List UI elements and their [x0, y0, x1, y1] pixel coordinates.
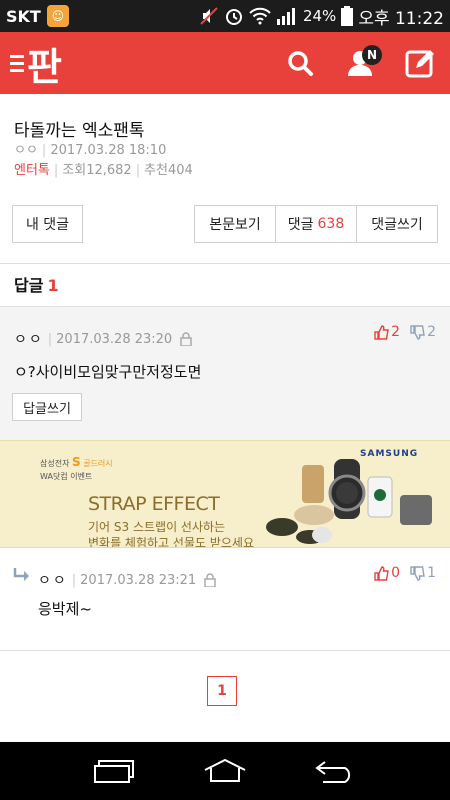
system-nav-bar: [0, 742, 450, 800]
write-comment-label: 댓글쓰기: [371, 217, 423, 233]
reply-arrow-icon: [13, 568, 29, 581]
ad-line1: 기어 S3 스트랩이 선사하는: [88, 520, 226, 534]
recent-apps-button[interactable]: [85, 751, 145, 791]
reply-button[interactable]: 답글쓰기: [12, 393, 82, 421]
comments-label: 댓글: [287, 217, 314, 233]
menu-logo-button[interactable]: 판: [10, 36, 62, 91]
back-icon: [315, 761, 351, 783]
clock: 오후 11:22: [358, 8, 444, 29]
ad-event: WA닷컴 이벤트: [40, 472, 93, 481]
thumbs-down-icon: [410, 324, 425, 340]
comment-author: ㅇㅇ: [14, 332, 44, 348]
lock-icon: [204, 573, 216, 587]
profile-button[interactable]: N: [340, 43, 382, 83]
my-comments-label: 내 댓글: [25, 217, 70, 233]
signal-icon: [276, 8, 295, 25]
recommend-label: 추천: [144, 163, 169, 178]
comment-text: ㅇ?사이비모임맞구만저정도면: [14, 363, 202, 381]
downvote-count: 1: [427, 565, 436, 581]
comments-tab-button[interactable]: 댓글 638: [275, 205, 357, 243]
app-notification-icon: ☺: [46, 5, 69, 27]
post-title: 타돌까는 엑소팬톡: [14, 121, 145, 141]
pann-logo: 판: [27, 44, 62, 89]
reply-votes: 0 1: [374, 565, 436, 581]
ad-brand-small: 삼성전자: [40, 459, 70, 468]
lock-icon: [180, 332, 192, 346]
view-body-label: 본문보기: [209, 217, 261, 233]
battery-percent: 24%: [302, 7, 337, 25]
reply-item: ㅇㅇ | 2017.03.28 23:21 0 1 응박제~: [0, 548, 450, 650]
upvote-button[interactable]: 0: [374, 565, 400, 581]
comments-count: 638: [317, 216, 345, 232]
menu-icon: [10, 54, 24, 72]
write-comment-button[interactable]: 댓글쓰기: [356, 205, 438, 243]
edit-icon: [405, 50, 434, 78]
ad-line2: 변화를 체험하고 선물도 받으세요: [88, 536, 255, 548]
post-author-date: ㅇㅇ | 2017.03.28 18:10: [14, 143, 167, 158]
divider: [0, 650, 450, 651]
ad-headline: STRAP EFFECT: [88, 493, 220, 515]
home-icon: [204, 758, 246, 782]
upvote-count: 2: [391, 324, 401, 340]
search-button[interactable]: [280, 43, 320, 83]
ad-banner[interactable]: 삼성전자 S 골드러시 WA닷컴 이벤트 SAMSUNG STRAP EFFEC…: [0, 440, 450, 548]
upvote-count: 0: [391, 565, 401, 581]
upvote-button[interactable]: 2: [374, 324, 400, 340]
post-stats: 엔터톡 | 조회12,682 | 추천404: [14, 163, 193, 178]
notification-badge: N: [362, 45, 382, 65]
reply-author: ㅇㅇ: [38, 573, 68, 589]
ad-brand-s: S: [72, 455, 81, 469]
page-number: 1: [217, 683, 227, 699]
write-post-button[interactable]: [400, 43, 440, 83]
thumbs-up-icon: [374, 565, 389, 581]
reply-date: 2017.03.28 23:21: [80, 572, 197, 588]
downvote-count: 2: [427, 324, 436, 340]
thumbs-down-icon: [410, 565, 425, 581]
search-icon: [288, 51, 313, 76]
views-label: 조회: [62, 163, 87, 178]
back-button[interactable]: [305, 751, 365, 791]
comment-button-row: 내 댓글 본문보기 댓글 638 댓글쓰기: [12, 205, 438, 243]
home-button[interactable]: [195, 751, 255, 791]
recent-apps-icon: [94, 760, 134, 783]
alarm-icon: [225, 9, 242, 25]
replies-count: 1: [47, 276, 59, 295]
divider: [0, 263, 450, 264]
downvote-button[interactable]: 2: [410, 324, 436, 340]
carrier-label: SKT: [6, 6, 41, 26]
app-bar: 판 N: [0, 32, 450, 94]
wifi-icon: [249, 7, 271, 25]
reply-meta: ㅇㅇ | 2017.03.28 23:21: [38, 570, 216, 590]
views-count: 12,682: [86, 163, 132, 178]
product-image: [266, 459, 432, 544]
ad-brand-suffix: 골드러시: [83, 459, 113, 468]
thumbs-up-icon: [374, 324, 389, 340]
reply-button-label: 답글쓰기: [23, 401, 71, 417]
comment-meta: ㅇㅇ | 2017.03.28 23:20: [14, 329, 192, 349]
battery-icon: [341, 6, 354, 26]
comment-date: 2017.03.28 23:20: [56, 331, 173, 347]
ad-brand: 삼성전자 S 골드러시: [40, 455, 113, 469]
mute-icon: [200, 7, 218, 25]
status-bar: SKT ☺ 24% 오후 11:22: [0, 0, 450, 32]
comment-votes: 2 2: [374, 324, 436, 340]
page-1-button[interactable]: 1: [207, 676, 237, 706]
replies-label: 답글: [14, 276, 44, 295]
post-author: ㅇㅇ: [14, 143, 38, 158]
recommend-count: 404: [168, 163, 193, 178]
post-category[interactable]: 엔터톡: [14, 163, 50, 178]
comment-item: ㅇㅇ | 2017.03.28 23:20 2 2 ㅇ?사이비모임맞구만저정도면 답…: [0, 306, 450, 440]
my-comments-button[interactable]: 내 댓글: [12, 205, 83, 243]
view-body-button[interactable]: 본문보기: [194, 205, 276, 243]
post-date: 2017.03.28 18:10: [50, 143, 167, 158]
downvote-button[interactable]: 1: [410, 565, 436, 581]
replies-header: 답글 1: [14, 272, 59, 296]
reply-text: 응박제~: [38, 600, 92, 618]
